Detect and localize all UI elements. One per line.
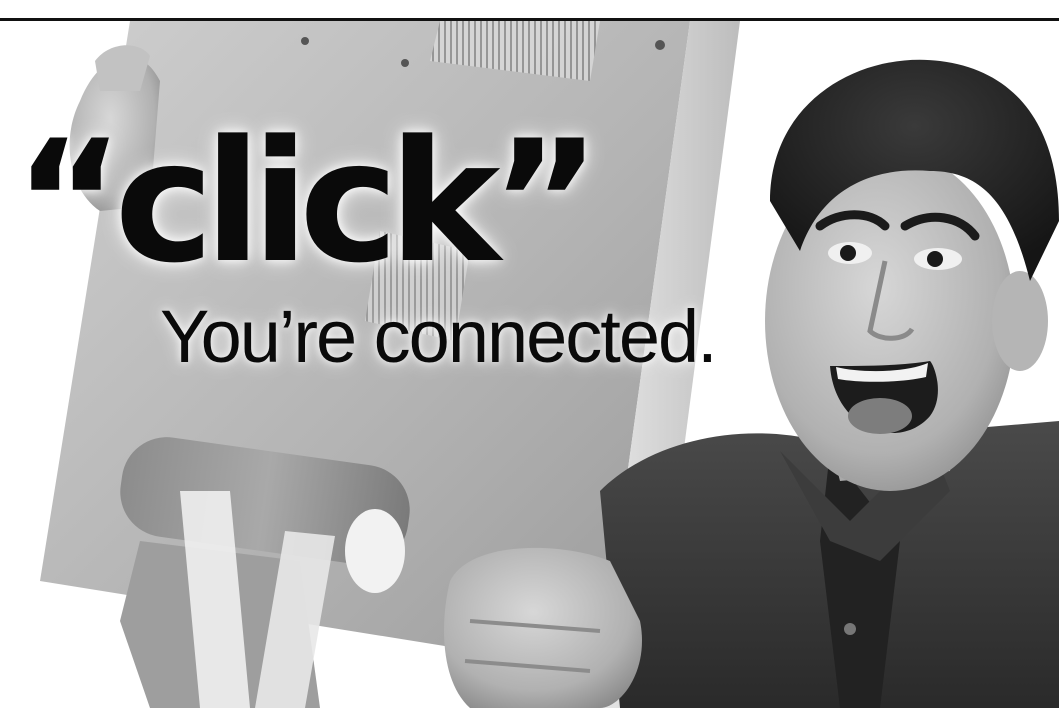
- ad-banner: “click” You’re connected.: [0, 0, 1059, 708]
- tagline: You’re connected.: [160, 295, 718, 378]
- headline: “click”: [14, 104, 601, 300]
